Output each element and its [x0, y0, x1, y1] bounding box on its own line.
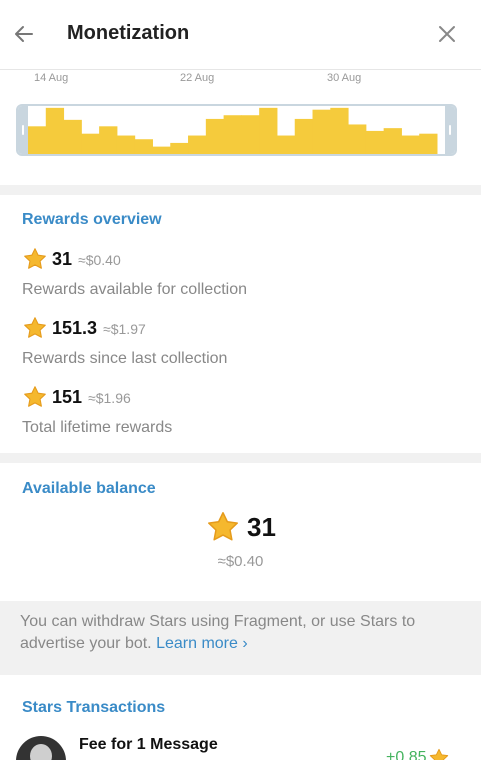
- withdraw-info: You can withdraw Stars using Fragment, o…: [20, 611, 465, 655]
- chart-bar: [259, 107, 278, 154]
- chart-bar: [365, 130, 385, 154]
- close-icon[interactable]: [435, 22, 459, 46]
- chart-bar: [401, 135, 420, 154]
- reward-usd: ≈$1.96: [88, 390, 131, 406]
- chart-bar: [188, 135, 207, 154]
- star-icon: [24, 386, 46, 407]
- chart-bar: [348, 124, 367, 154]
- page-title: Monetization: [67, 22, 190, 44]
- reward-usd: ≈$1.97: [103, 321, 146, 337]
- rewards-overview-title: Rewards overview: [22, 211, 162, 228]
- chart-bar: [276, 135, 296, 154]
- range-handle-right[interactable]: [445, 106, 455, 154]
- chart-bar: [205, 118, 225, 154]
- chart-bar: [134, 139, 153, 154]
- chart-bar: [241, 115, 260, 154]
- balance-title: Available balance: [22, 480, 156, 497]
- reward-row: 31 ≈$0.40: [22, 246, 121, 272]
- chart-bar: [99, 126, 118, 154]
- transaction-amount: +0.85: [386, 747, 450, 760]
- arrow-left-icon[interactable]: [12, 22, 36, 46]
- rewards-overview-card: Rewards overview 31 ≈$0.40 Rewards avail…: [0, 195, 481, 453]
- chart-bar: [63, 119, 82, 154]
- chart-bar: [152, 146, 171, 154]
- balance-amount: 31: [0, 509, 481, 545]
- reward-label: Rewards available for collection: [22, 281, 247, 298]
- chart-bar: [81, 133, 100, 154]
- chart-bar: [45, 107, 65, 154]
- transactions-title: Stars Transactions: [22, 699, 166, 716]
- range-handle-left[interactable]: [18, 106, 28, 154]
- reward-usd: ≈$0.40: [78, 252, 121, 268]
- reward-value: 31: [52, 248, 73, 269]
- chart-bar: [312, 109, 331, 154]
- balance-card: Available balance 31 ≈$0.40: [0, 463, 481, 601]
- reward-label: Rewards since last collection: [22, 350, 228, 367]
- transaction-amount-value: +0.85: [386, 749, 427, 760]
- transaction-title[interactable]: Fee for 1 Message: [79, 736, 218, 754]
- chart-bar: [383, 128, 402, 154]
- chart-bar: [419, 133, 438, 154]
- header-bar: Monetization: [0, 0, 481, 70]
- reward-value: 151.3: [52, 317, 98, 338]
- reward-row: 151.3 ≈$1.97: [22, 315, 146, 341]
- chart-bar: [330, 107, 349, 154]
- x-tick-label: 14 Aug: [34, 72, 69, 84]
- star-icon: [24, 317, 46, 338]
- star-icon: [430, 748, 449, 760]
- reward-value: 151: [52, 386, 83, 407]
- balance-usd: ≈$0.40: [217, 553, 264, 570]
- x-tick-label: 30 Aug: [327, 72, 362, 84]
- x-axis-labels: 14 Aug 22 Aug 30 Aug: [0, 72, 481, 88]
- chart-card: 14 Aug 22 Aug 30 Aug: [0, 70, 481, 185]
- star-icon: [208, 512, 239, 541]
- reward-label: Total lifetime rewards: [22, 419, 173, 436]
- reward-row: 151 ≈$1.96: [22, 384, 131, 410]
- learn-more-link[interactable]: Learn more ›: [156, 635, 248, 652]
- star-icon: [24, 248, 46, 269]
- chart-bar: [116, 135, 136, 154]
- chart-bar: [170, 142, 189, 154]
- bar-chart: [28, 107, 438, 154]
- balance-value: 31: [247, 511, 276, 542]
- chart-navigator[interactable]: [16, 104, 457, 156]
- chart-bar: [294, 118, 314, 154]
- chart-bar: [28, 126, 47, 154]
- x-tick-label: 22 Aug: [180, 72, 215, 84]
- chart-bar: [223, 115, 242, 154]
